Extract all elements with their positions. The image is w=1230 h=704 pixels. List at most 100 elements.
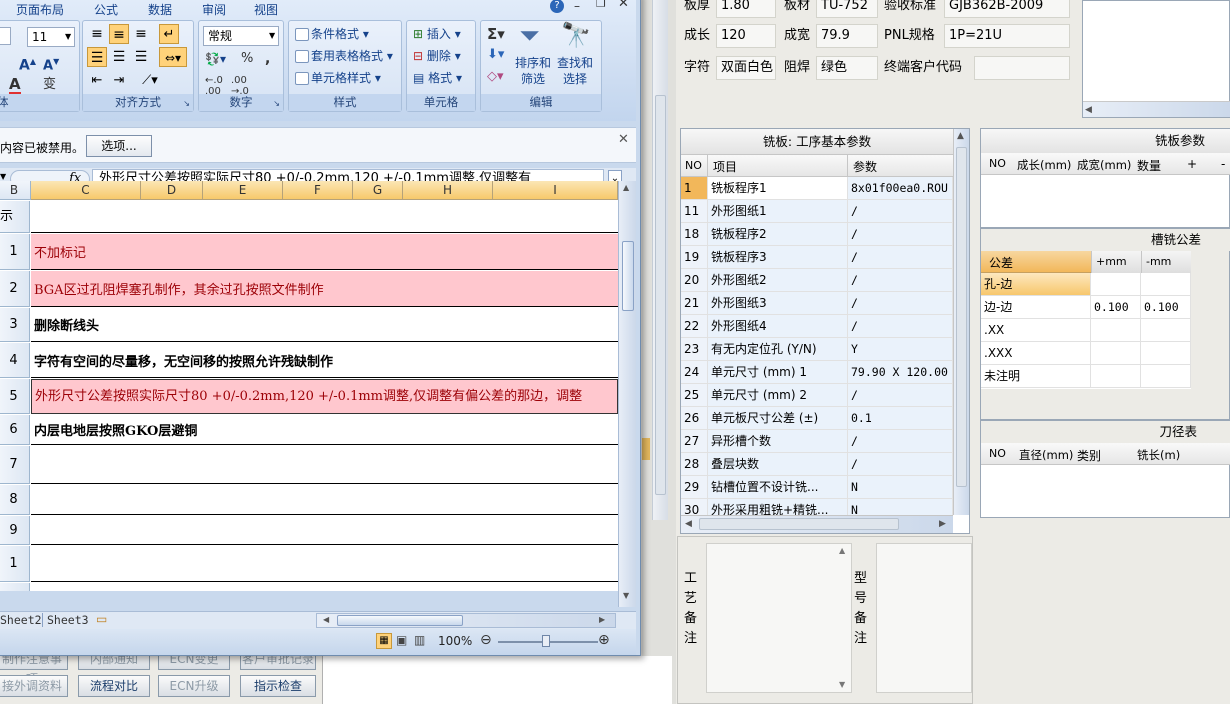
slot-row-name[interactable]: 未注明 bbox=[981, 365, 1091, 388]
mill-row-param[interactable]: Y bbox=[848, 338, 953, 361]
chevron-down-icon[interactable]: ▼ bbox=[269, 31, 275, 40]
tab-page-layout[interactable]: 页面布局 bbox=[16, 1, 64, 18]
clear-icon[interactable]: ◇▾ bbox=[487, 69, 504, 84]
mill-row-param[interactable]: / bbox=[848, 246, 953, 269]
col-header-c[interactable]: C bbox=[31, 181, 141, 200]
conditional-format-button[interactable]: 条件格式 ▾ bbox=[295, 25, 369, 43]
find-select-button[interactable]: 查找和 选择 bbox=[557, 55, 593, 87]
row-header[interactable]: 1 bbox=[0, 546, 30, 582]
phonetic-icon[interactable]: 变 bbox=[43, 76, 56, 94]
slot-row-plus[interactable] bbox=[1091, 319, 1141, 342]
mill-row-param[interactable]: / bbox=[848, 384, 953, 407]
scroll-up-arrow-icon[interactable]: ▲ bbox=[623, 183, 629, 192]
mill-row-item[interactable]: 外形图纸2 bbox=[708, 269, 848, 292]
row-cell-text[interactable]: BGA区过孔阻焊塞孔制作，其余过孔按照文件制作 bbox=[31, 271, 618, 307]
mill-row-param[interactable]: 8x01f00ea0.ROU bbox=[848, 177, 953, 200]
row-cell-text[interactable] bbox=[31, 583, 618, 591]
width-field[interactable]: 79.9 bbox=[816, 24, 878, 48]
sheet-tab-3[interactable]: Sheet3 bbox=[42, 613, 89, 627]
close-bar-icon[interactable]: ✕ bbox=[618, 132, 629, 147]
slot-row-plus[interactable] bbox=[1091, 342, 1141, 365]
number-format-select[interactable]: 常规 bbox=[203, 26, 279, 46]
page-break-view-icon[interactable]: ▥ bbox=[414, 633, 425, 647]
namebox-dropdown-icon[interactable]: ▼ bbox=[0, 172, 6, 181]
mill-scroll-thumb[interactable] bbox=[956, 147, 967, 487]
mill-row-item[interactable]: 外形图纸3 bbox=[708, 292, 848, 315]
slot-row-plus[interactable] bbox=[1091, 365, 1141, 388]
process-notes-field[interactable]: ▲ ▼ bbox=[706, 543, 852, 693]
row-header[interactable]: 7 bbox=[0, 446, 30, 484]
scroll-left-arrow-icon[interactable]: ◀ bbox=[323, 615, 329, 624]
col-header-d[interactable]: D bbox=[141, 181, 203, 200]
tab-formulas[interactable]: 公式 bbox=[94, 1, 118, 18]
row-header[interactable]: 3 bbox=[0, 308, 30, 342]
scroll-right-arrow-icon[interactable]: ▶ bbox=[599, 615, 605, 624]
scroll-down-arrow-icon[interactable]: ▼ bbox=[623, 591, 629, 600]
mill-row-no[interactable]: 21 bbox=[681, 292, 708, 315]
mill-hscrollbar[interactable]: ◀ ▶ bbox=[681, 515, 953, 533]
mill-row-item[interactable]: 外形图纸4 bbox=[708, 315, 848, 338]
scroll-down-arrow-icon[interactable]: ▼ bbox=[839, 680, 845, 689]
grow-font-icon[interactable]: A▲ bbox=[19, 53, 36, 75]
align-bottom-icon[interactable]: ≡ bbox=[131, 24, 151, 44]
decrease-indent-icon[interactable]: ⇤ bbox=[87, 71, 107, 91]
row-cell-text[interactable]: 不加标记 bbox=[31, 234, 618, 270]
slot-row-name[interactable]: .XXX bbox=[981, 342, 1091, 365]
mill-row-no[interactable]: 11 bbox=[681, 200, 708, 223]
row-cell-text[interactable] bbox=[31, 516, 618, 545]
mill-row-item[interactable]: 铣板程序3 bbox=[708, 246, 848, 269]
mill-row-item[interactable]: 异形槽个数 bbox=[708, 430, 848, 453]
sheet-hscroll-thumb[interactable] bbox=[337, 615, 463, 626]
chevron-down-icon[interactable]: ▼ bbox=[65, 32, 71, 41]
row-cell-text[interactable]: 内层电地层按照GKO层避铜 bbox=[31, 415, 618, 445]
sort-filter-icon[interactable]: ⏷ bbox=[519, 21, 540, 52]
mill-row-no[interactable]: 30 bbox=[681, 499, 708, 515]
row-cell-text[interactable] bbox=[31, 485, 618, 515]
options-button[interactable]: 选项... bbox=[86, 135, 152, 157]
col-header-i[interactable]: I bbox=[493, 181, 618, 200]
mill-row-no[interactable]: 1 bbox=[681, 177, 708, 200]
wrap-text-icon[interactable]: ↵ bbox=[159, 24, 179, 44]
mill-row-no[interactable]: 20 bbox=[681, 269, 708, 292]
mill-row-item[interactable]: 钻槽位置不设计铣... bbox=[708, 476, 848, 499]
preview-hscrollbar[interactable]: ◀ bbox=[1083, 101, 1230, 117]
external-data-button[interactable]: 接外调资料 bbox=[0, 675, 68, 697]
col-header-e[interactable]: E bbox=[203, 181, 283, 200]
mill-row-item[interactable]: 单元尺寸 (mm) 2 bbox=[708, 384, 848, 407]
mill-row-item[interactable]: 单元板尺寸公差 (±) bbox=[708, 407, 848, 430]
row-header[interactable]: 1 bbox=[0, 234, 30, 270]
restore-icon[interactable]: ❐ bbox=[596, 0, 606, 10]
orientation-icon[interactable]: ⟋▾ bbox=[137, 71, 163, 91]
scroll-left-arrow-icon[interactable]: ◀ bbox=[685, 519, 692, 529]
tab-review[interactable]: 审阅 bbox=[202, 1, 226, 18]
scroll-left-arrow-icon[interactable]: ◀ bbox=[1085, 105, 1092, 115]
mill-row-item[interactable]: 铣板程序2 bbox=[708, 223, 848, 246]
sheet-tab-2[interactable]: Sheet2 bbox=[0, 613, 42, 627]
material-field[interactable]: TU-752 bbox=[816, 0, 878, 18]
slot-row-name[interactable]: 孔-边 bbox=[981, 273, 1091, 296]
background-vscrollbar[interactable] bbox=[652, 0, 668, 520]
standard-field[interactable]: GJB362B-2009 bbox=[944, 0, 1070, 18]
scroll-up-arrow-icon[interactable]: ▲ bbox=[957, 131, 964, 141]
row-cell-text[interactable]: 外形尺寸公差按照实际尺寸80 +0/-0.2mm,120 +/-0.1mm调整,… bbox=[31, 379, 618, 414]
mill-row-no[interactable]: 29 bbox=[681, 476, 708, 499]
zoom-in-icon[interactable]: ⊕ bbox=[598, 632, 610, 648]
mill-row-no[interactable]: 26 bbox=[681, 407, 708, 430]
comma-icon[interactable]: , bbox=[265, 51, 270, 67]
zoom-out-icon[interactable]: ⊖ bbox=[480, 632, 492, 648]
slot-row-minus[interactable] bbox=[1141, 365, 1191, 388]
format-as-table-button[interactable]: 套用表格格式 ▾ bbox=[295, 47, 393, 65]
sheet-scroll-thumb[interactable] bbox=[622, 241, 634, 311]
align-left-icon[interactable]: ☰ bbox=[87, 47, 107, 67]
scroll-thumb[interactable] bbox=[655, 95, 666, 495]
row-cell-text[interactable] bbox=[31, 446, 618, 484]
mill-row-param[interactable]: / bbox=[848, 292, 953, 315]
mill-row-item[interactable]: 单元尺寸 (mm) 1 bbox=[708, 361, 848, 384]
shrink-font-icon[interactable]: A▼ bbox=[43, 53, 59, 75]
mill-row-param[interactable]: / bbox=[848, 315, 953, 338]
mill-row-no[interactable]: 24 bbox=[681, 361, 708, 384]
percent-icon[interactable]: % bbox=[241, 51, 253, 66]
mill-row-no[interactable]: 25 bbox=[681, 384, 708, 407]
increase-indent-icon[interactable]: ⇥ bbox=[109, 71, 129, 91]
slot-row-minus[interactable] bbox=[1141, 319, 1191, 342]
